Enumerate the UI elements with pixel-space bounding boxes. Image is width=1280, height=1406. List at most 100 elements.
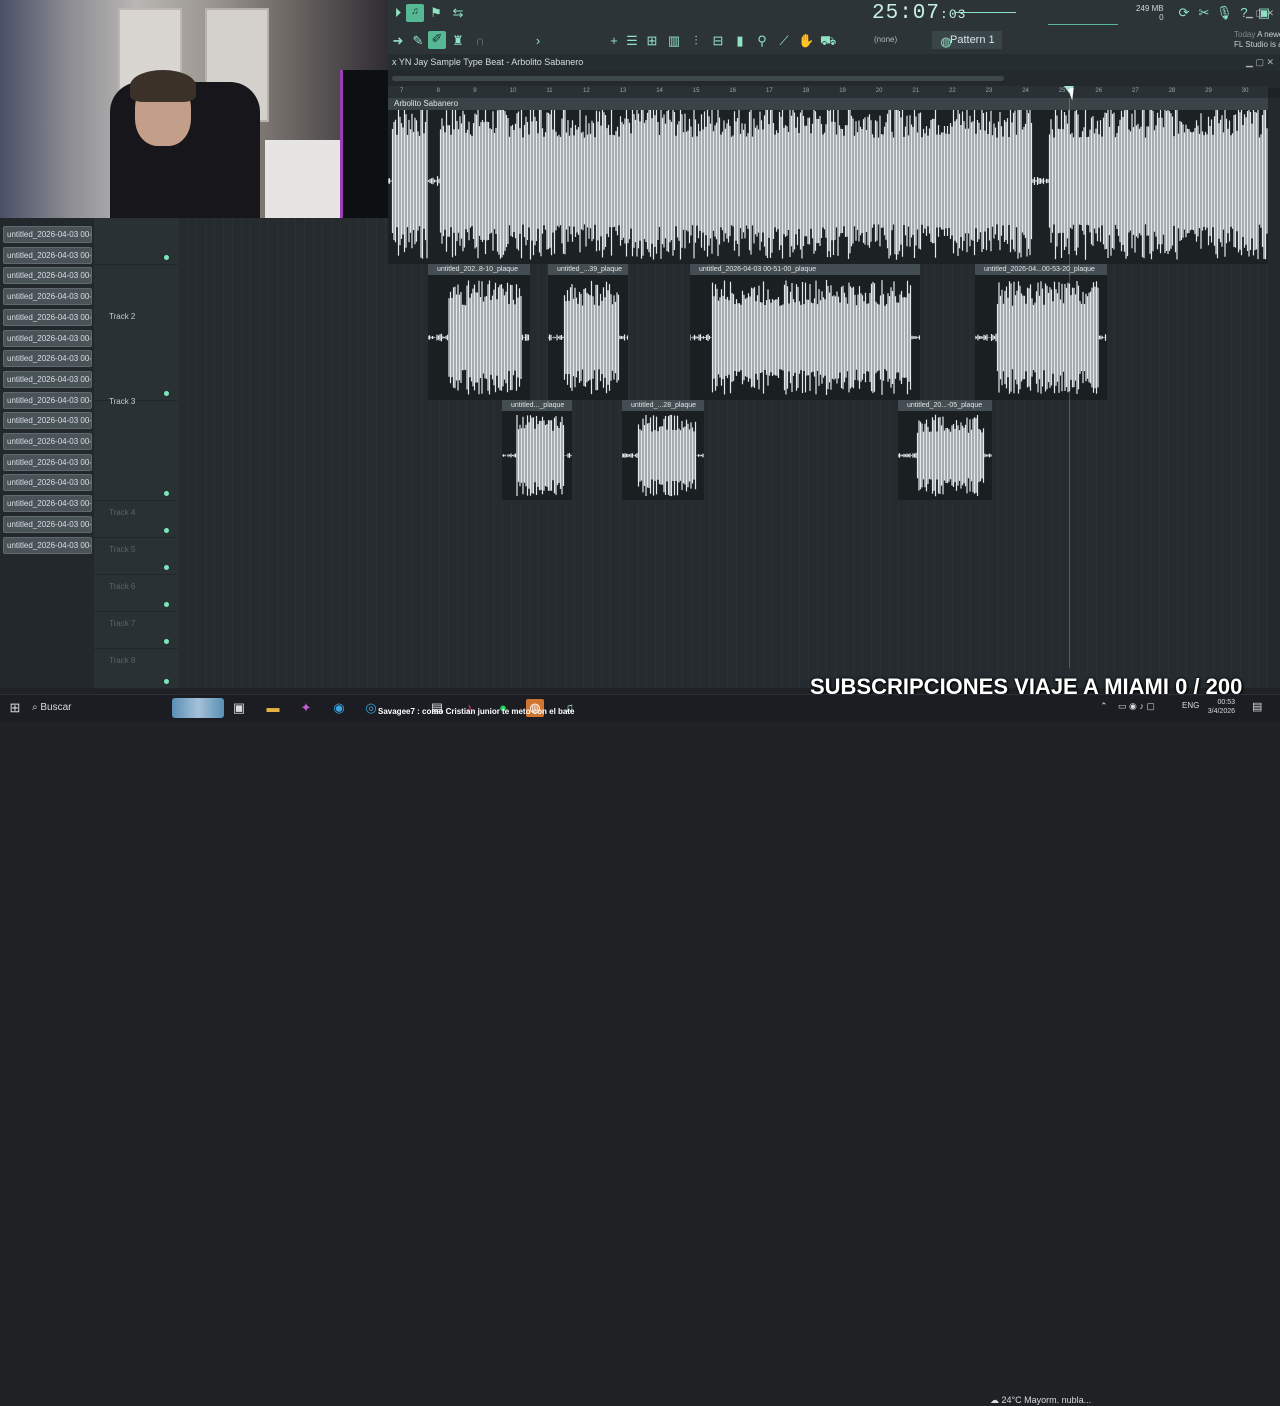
edge-icon[interactable]: ◉ [330,699,348,717]
news-panel[interactable]: Today A newer version of FL Studio is av… [1234,30,1280,50]
playlist-window-controls[interactable]: ▁ ▢ ✕ [1246,54,1274,70]
plug-icon[interactable]: ⚲ [754,33,770,49]
language-indicator[interactable]: ENG [1182,701,1199,710]
song-mode-icon[interactable]: ♫ [406,4,424,22]
track-name: Track 6 [109,582,136,591]
audio-clip-waveform [975,281,1107,394]
audio-clip[interactable]: untitled_2026-04-03 00-51-00_plaque [690,264,920,400]
channel-rack-icon[interactable]: ⊞ [644,33,660,49]
audio-clip[interactable]: untitled_20...-05_plaque [898,400,992,500]
track-1-clip[interactable] [387,98,1268,264]
task-view-icon[interactable]: ▣ [230,699,248,717]
track-header[interactable]: Track 5 [94,537,178,575]
track-header[interactable]: Track 7 [94,611,178,649]
play-icon[interactable]: ⏵ [390,5,406,21]
track-active-indicator[interactable] [164,602,169,607]
picker-item[interactable]: untitled_2026-04-03 00-... [3,412,92,430]
audio-clip-label[interactable]: untitled_2026-04-03 00-51-00_plaque [690,264,920,275]
picker-item[interactable]: untitled_2026-04-03 00-... [3,391,92,409]
arrow-icon[interactable]: ➜ [390,33,406,49]
eq-icon[interactable]: ⫶ [688,33,704,49]
chevron-right-icon[interactable]: › [530,33,546,49]
track-header[interactable]: Track 6 [94,574,178,612]
audio-clip-label[interactable]: untitled_2026-04...00-53-20_plaque [975,264,1107,275]
magnet-icon[interactable]: ∩ [472,33,488,49]
add-pattern-icon[interactable]: + [606,33,622,49]
track-active-indicator[interactable] [164,491,169,496]
mixer-icon[interactable]: ☰ [624,33,640,49]
mic-icon[interactable]: 🎙 [1216,5,1233,21]
picker-item[interactable]: untitled_2026-04-03 00-... [3,329,92,347]
picker-item[interactable]: untitled_2026-04-03 00-... [3,226,92,243]
track-active-indicator[interactable] [164,255,169,260]
audio-clip-label[interactable]: untitled_...28_plaque [622,400,704,411]
copilot-icon[interactable]: ✦ [297,699,315,717]
audio-clip[interactable]: untitled_...28_plaque [622,400,704,500]
track-name: Track 7 [109,619,136,628]
metronome-icon[interactable]: ⚑ [428,5,444,21]
picker-item[interactable]: untitled_2026-04-03 00-... [3,536,92,554]
track-active-indicator[interactable] [164,391,169,396]
track-header[interactable]: Track 8 [94,648,178,689]
wait-icon[interactable]: ⇆ [450,5,466,21]
track-1-clip-label[interactable]: Arbolito Sabanero [388,98,1268,110]
track-header[interactable]: Track 3 [94,397,178,501]
draw-tool-icon[interactable]: ✐ [428,31,446,49]
tray-chevron-icon[interactable]: ⌃ [1100,701,1108,712]
picker-item[interactable]: untitled_2026-04-03 00-... [3,453,92,471]
timeline-ruler[interactable]: 7 8 9 10 11 12 13 14 15 16 17 18 19 20 21 22 23 24 25 26 27 2… [388,86,1268,98]
notifications-icon[interactable]: ▤ [1252,700,1262,713]
globe-icon[interactable]: ◍ [938,34,954,50]
audio-clip-label[interactable]: untitled_202..8-10_plaque [428,264,530,275]
picker-item[interactable]: untitled_2026-04-03 00-... [3,288,92,306]
loop-icon[interactable]: ⟳ [1176,5,1192,21]
widget-thumbnail[interactable] [172,698,224,718]
scrollbar-thumb[interactable] [392,76,1004,81]
picker-item[interactable]: untitled_2026-04-03 00-... [3,474,92,492]
file-explorer-icon[interactable]: ▬ [264,699,282,717]
audio-clip[interactable]: untitled..._plaque [502,400,572,500]
audio-clip[interactable]: untitled_...39_plaque [548,264,628,400]
audio-clip-label[interactable]: untitled..._plaque [502,400,572,411]
window-controls[interactable]: ▁ ▢ ✕ [1246,8,1274,19]
picker-item[interactable]: untitled_2026-04-03 00-... [3,515,92,533]
brush-icon[interactable]: ✎ [410,33,426,49]
picker-item[interactable]: untitled_2026-04-03 00-... [3,433,92,450]
stamp-icon[interactable]: ♜ [450,33,466,49]
typing-keyboard-icon[interactable]: ✂ [1196,5,1212,21]
picker-item[interactable]: untitled_2026-04-03 00-... [3,308,92,326]
track-active-indicator[interactable] [164,565,169,570]
snap-select[interactable]: (none) [874,35,897,44]
clipboard-icon[interactable]: ▮ [732,33,748,49]
track-header[interactable]: Track 4 [94,500,178,538]
pen-icon[interactable]: ⟋ [776,33,792,49]
clock[interactable]: 00:53 3/4/2026 [1205,698,1235,716]
track-active-indicator[interactable] [164,639,169,644]
picker-item[interactable]: untitled_2026-04-03 00-... [3,350,92,368]
track-active-indicator[interactable] [164,679,169,684]
master-volume-line[interactable] [954,12,1016,13]
cart-icon[interactable]: ⛟ [820,33,836,49]
audio-clip[interactable]: untitled_202..8-10_plaque [428,264,530,400]
audio-clip[interactable]: untitled_2026-04...00-53-20_plaque [975,264,1107,400]
windows-start-icon[interactable]: ⊞ [6,699,24,717]
ruler-tick: 9 [473,88,477,94]
weather-widget[interactable]: ☁ 24°C Mayorm. nubla... [990,1395,1091,1406]
piano-roll-icon[interactable]: ▥ [666,33,682,49]
audio-clip-label[interactable]: untitled_20...-05_plaque [898,400,992,411]
cloud-icon: ☁ [990,1395,999,1405]
picker-item[interactable]: untitled_2026-04-03 00-... [3,267,92,285]
hand-icon[interactable]: ✋ [798,33,814,49]
track-header[interactable] [94,218,178,265]
tray-icons[interactable]: ▭ ◉ ♪ ▢ [1118,701,1155,712]
taskbar-search[interactable]: ⌕ Buscar [32,699,162,717]
track-header[interactable]: Track 2 [94,264,178,401]
picker-item[interactable]: untitled_2026-04-03 00-... [3,246,92,264]
picker-item[interactable]: untitled_2026-04-03 00-... [3,370,92,388]
picker-item[interactable]: untitled_2026-04-03 00-... [3,495,92,513]
track-active-indicator[interactable] [164,528,169,533]
vertical-scrollbar[interactable] [1268,98,1280,688]
audio-clip-label[interactable]: untitled_...39_plaque [548,264,628,275]
ruler-tick: 29 [1205,88,1212,94]
browser-icon[interactable]: ⊟ [710,33,726,49]
